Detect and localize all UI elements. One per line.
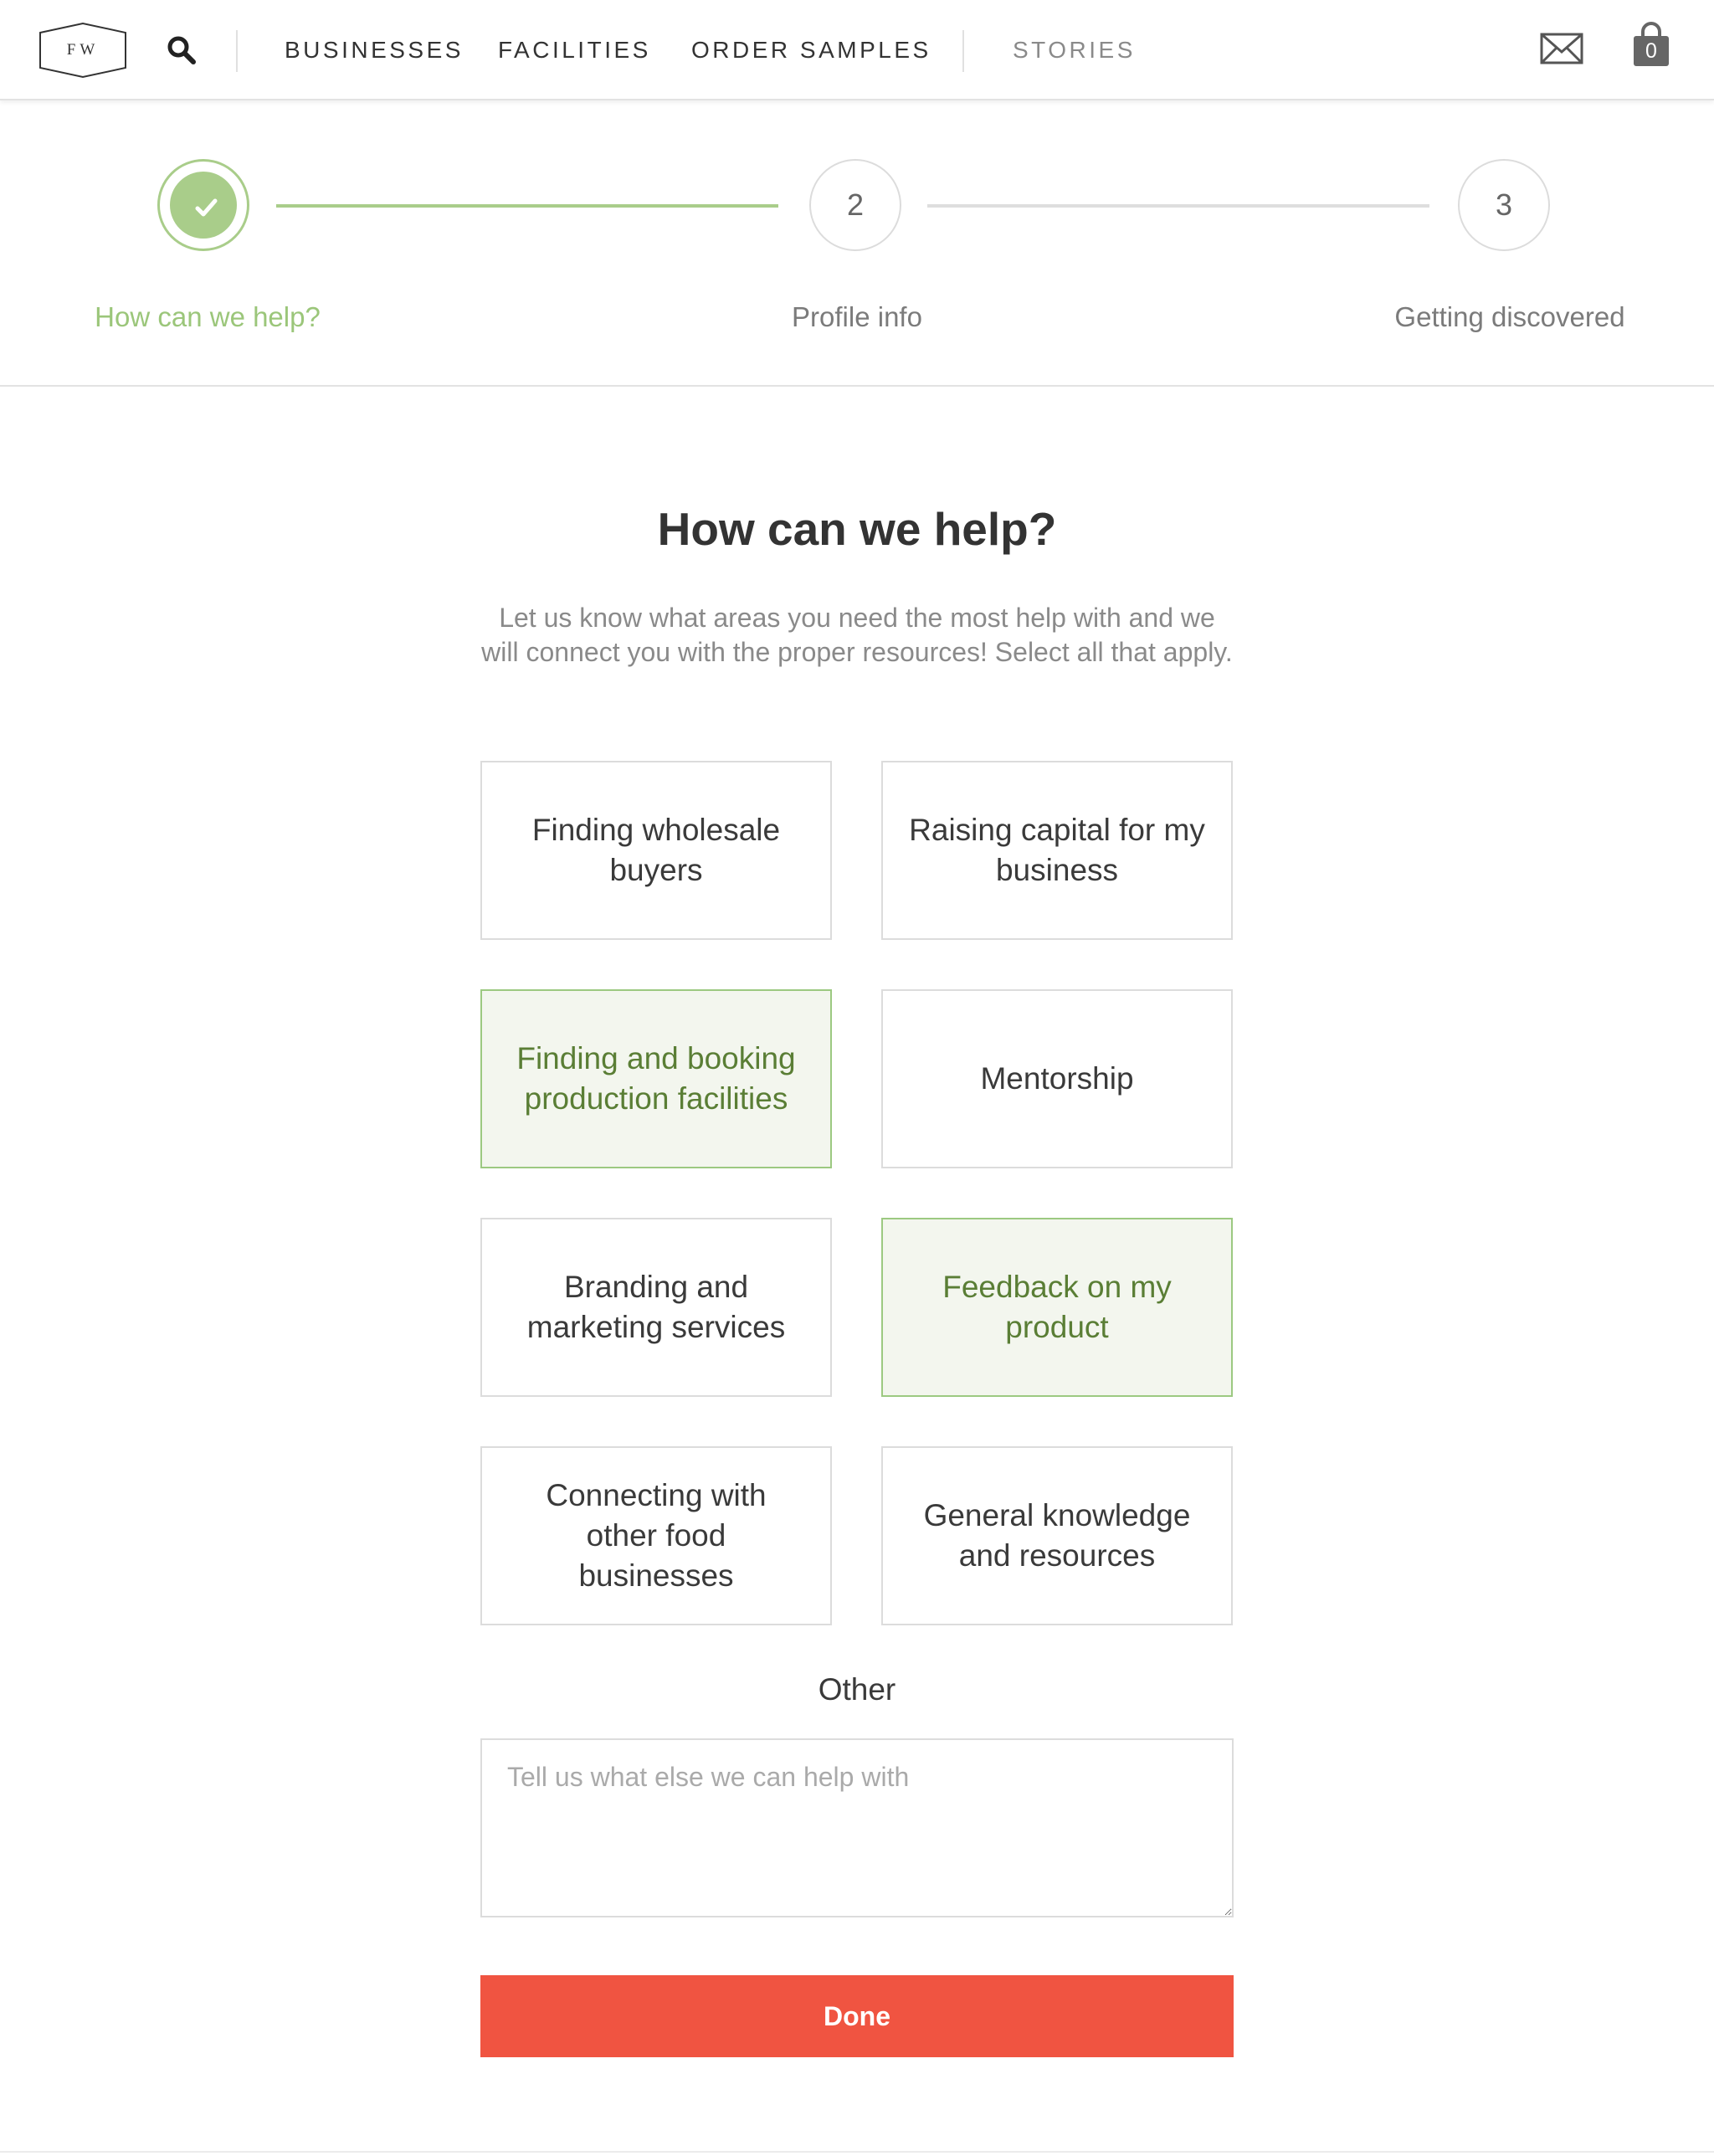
mail-icon[interactable]: [1540, 32, 1583, 65]
option-production-facilities[interactable]: Finding and booking production facilitie…: [480, 989, 832, 1168]
option-connecting-food-businesses[interactable]: Connecting with other food businesses: [480, 1446, 832, 1625]
shopping-bag-icon[interactable]: 0: [1630, 22, 1672, 67]
cart-count-badge: 0: [1645, 39, 1657, 63]
nav-divider: [962, 30, 964, 72]
other-label: Other: [818, 1672, 896, 1707]
done-button[interactable]: Done: [480, 1975, 1234, 2057]
step-1-label: How can we help?: [95, 301, 321, 332]
step-2-label: Profile info: [792, 301, 922, 332]
other-textarea[interactable]: [480, 1738, 1234, 1917]
step-connector-complete: [276, 204, 778, 208]
option-mentorship[interactable]: Mentorship: [881, 989, 1233, 1168]
step-2-circle: 2: [809, 159, 901, 251]
option-raising-capital[interactable]: Raising capital for my business: [881, 761, 1233, 940]
step-1-circle: [157, 159, 249, 251]
step-3-circle: 3: [1458, 159, 1550, 251]
step-3-label: Getting discovered: [1394, 301, 1625, 332]
option-finding-wholesale-buyers[interactable]: Finding wholesale buyers: [480, 761, 832, 940]
option-branding-marketing[interactable]: Branding and marketing services: [480, 1218, 832, 1397]
checkmark-icon: [195, 198, 218, 217]
nav-stories[interactable]: STORIES: [1013, 33, 1136, 67]
page-bottom-divider: [0, 2151, 1714, 2153]
step-connector-pending: [927, 204, 1429, 208]
nav-divider: [236, 30, 238, 72]
progress-steps: 2 3 How can we help? Profile info Gettin…: [0, 100, 1714, 387]
option-general-knowledge[interactable]: General knowledge and resources: [881, 1446, 1233, 1625]
nav-businesses[interactable]: BUSINESSES: [285, 33, 464, 67]
page-title: How can we help?: [657, 503, 1057, 555]
search-icon[interactable]: [165, 33, 198, 67]
logo[interactable]: FW: [32, 21, 134, 80]
option-product-feedback[interactable]: Feedback on my product: [881, 1218, 1233, 1397]
nav-facilities[interactable]: FACILITIES: [498, 33, 651, 67]
page-description: Let us know what areas you need the most…: [481, 603, 1233, 667]
top-navbar: FW BUSINESSES FACILITIES ORDER SAMPLES S…: [0, 0, 1714, 100]
logo-text: FW: [66, 41, 100, 59]
nav-order-samples[interactable]: ORDER SAMPLES: [691, 33, 931, 67]
